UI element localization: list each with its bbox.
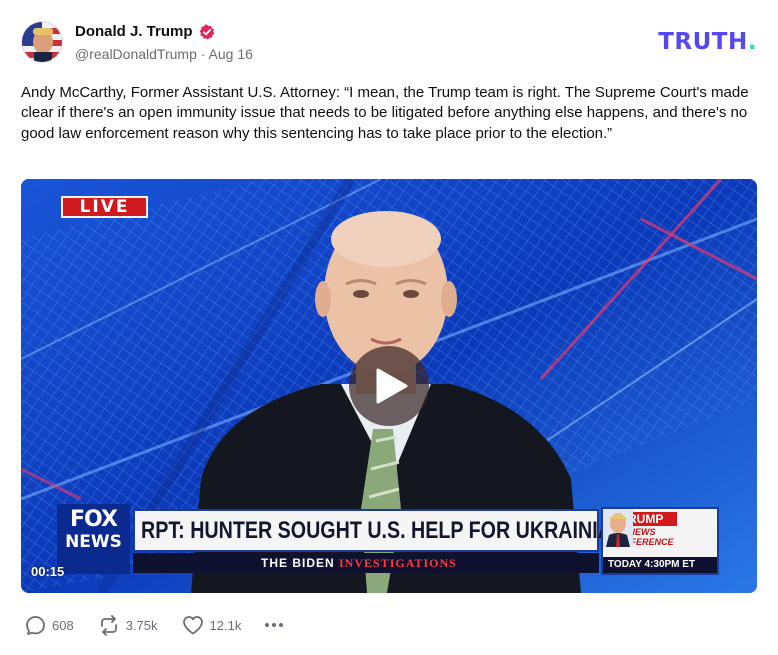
- video-timestamp: 00:15: [31, 564, 65, 579]
- more-dot: [265, 623, 270, 627]
- fox-logo-top: FOX: [70, 507, 118, 532]
- reply-bubble-icon: [26, 615, 45, 635]
- live-badge: LIVE: [61, 196, 148, 218]
- video-player[interactable]: LIVE FOX NEWS RPT: HUNTER SOUGHT U.S. HE…: [21, 179, 757, 593]
- repost-button[interactable]: 3.75k: [98, 614, 158, 636]
- verified-badge-icon: [199, 24, 214, 40]
- more-dots-icon[interactable]: [265, 615, 284, 635]
- fox-news-logo: FOX NEWS: [57, 504, 130, 574]
- truth-post: Donald J. Trump @realDonaldTrump · Aug 1…: [0, 0, 778, 655]
- fox-logo-bottom: NEWS: [65, 532, 122, 552]
- post-date[interactable]: Aug 16: [209, 46, 253, 62]
- subbar-left: THE BIDEN: [261, 556, 335, 570]
- post-header: Donald J. Trump @realDonaldTrump · Aug 1…: [21, 21, 757, 65]
- repost-icon: [100, 614, 117, 636]
- play-icon: [376, 368, 408, 404]
- truth-logo[interactable]: TRUTH.: [658, 29, 757, 55]
- brand-text: TRUTH: [658, 29, 748, 55]
- chyron-text: RPT: HUNTER SOUGHT U.S. HELP FOR UKRAINI…: [141, 517, 664, 544]
- chyron-subbar: THE BIDEN INVESTIGATIONS: [133, 553, 599, 573]
- promo-time: TODAY 4:30PM ET: [603, 557, 717, 573]
- brand-dot: .: [747, 29, 757, 55]
- more-dot: [272, 623, 277, 627]
- like-button[interactable]: 12.1k: [182, 615, 242, 635]
- meta-row: @realDonaldTrump · Aug 16: [75, 46, 253, 62]
- subbar-right: INVESTIGATIONS: [339, 556, 457, 570]
- like-count: 12.1k: [209, 617, 242, 633]
- avatar-image: [22, 22, 62, 62]
- promo-portrait: [603, 509, 633, 547]
- play-button[interactable]: [349, 346, 429, 426]
- chyron: RPT: HUNTER SOUGHT U.S. HELP FOR UKRAINI…: [133, 509, 663, 552]
- reply-count: 608: [52, 617, 74, 633]
- handle[interactable]: @realDonaldTrump: [75, 46, 197, 62]
- promo-box: TRUMP NEWS CONFERENCE TODAY 4:30PM ET: [601, 507, 719, 575]
- name-row: Donald J. Trump: [75, 23, 215, 40]
- post-text: Andy McCarthy, Former Assistant U.S. Att…: [21, 84, 749, 142]
- heart-icon: [182, 616, 203, 635]
- post-actions: 608 3.75k 12.1k: [25, 612, 284, 638]
- avatar[interactable]: [21, 21, 63, 63]
- repost-count: 3.75k: [125, 617, 158, 633]
- more-dot: [279, 623, 284, 627]
- display-name[interactable]: Donald J. Trump: [75, 23, 193, 40]
- meta-separator: ·: [200, 46, 206, 62]
- reply-button[interactable]: 608: [25, 615, 74, 636]
